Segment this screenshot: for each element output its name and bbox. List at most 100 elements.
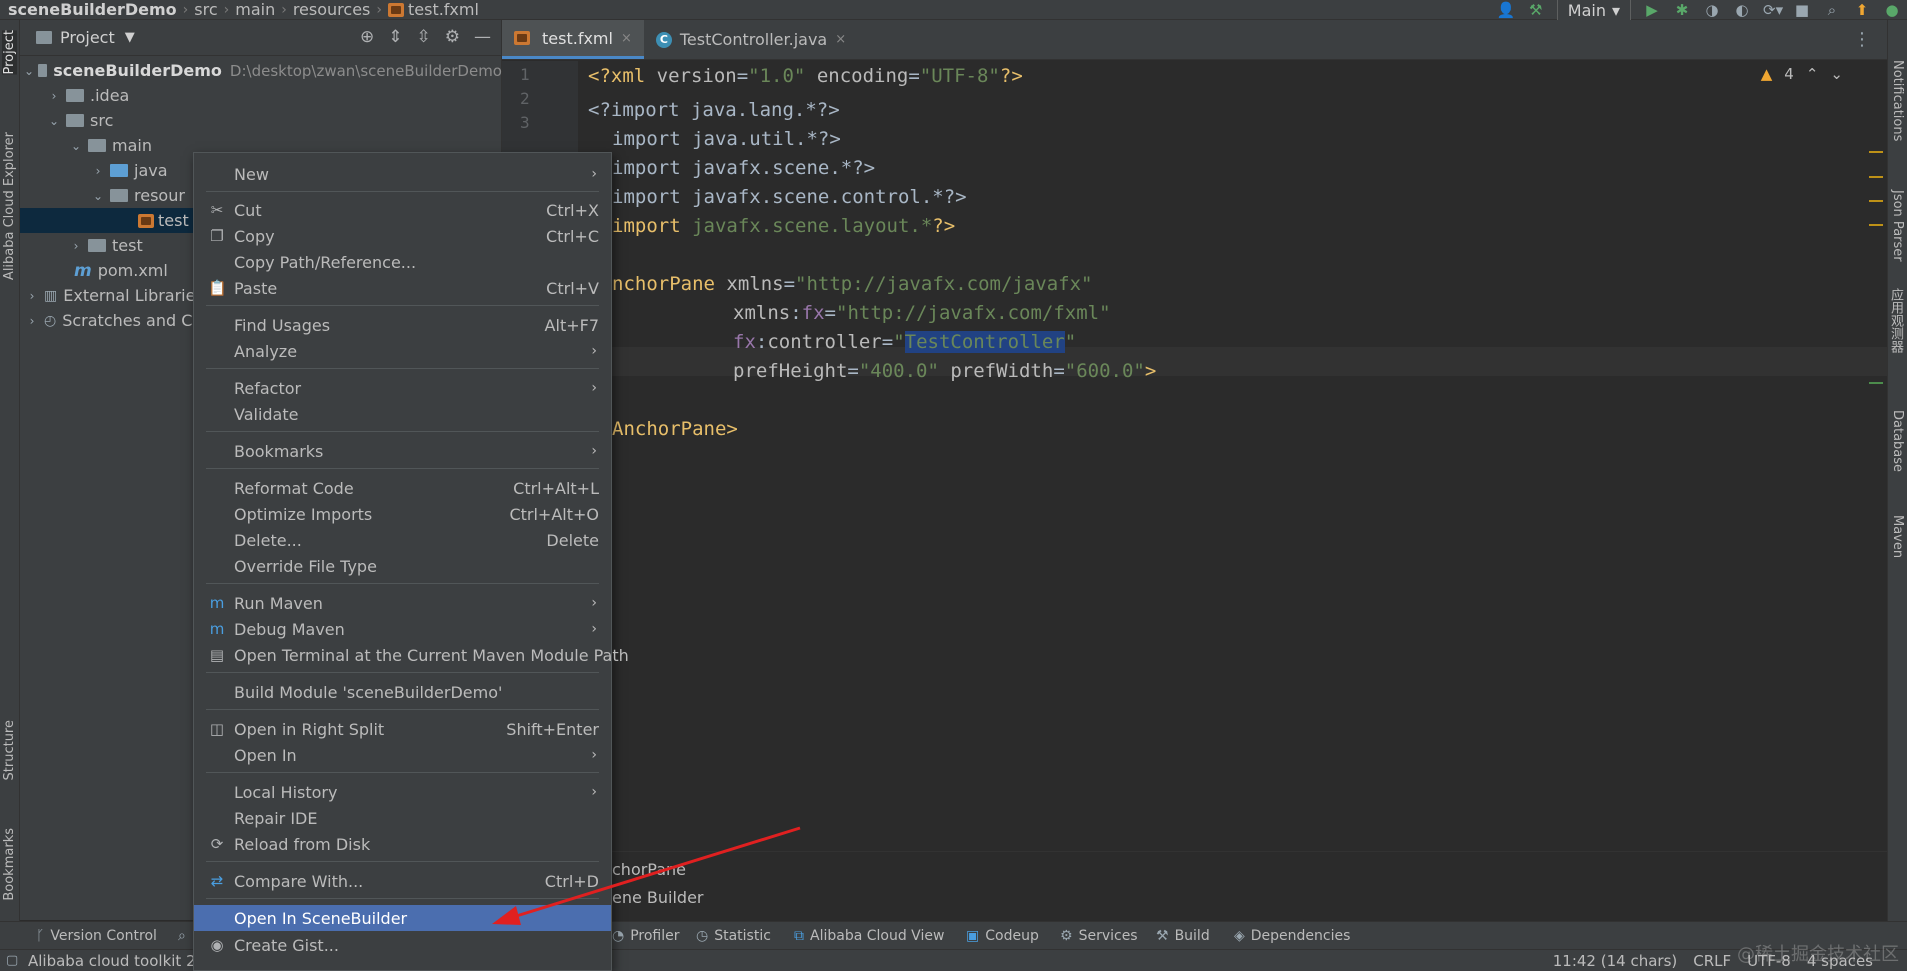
menu-item-compare-with[interactable]: ⇄ Compare With... Ctrl+D (194, 868, 611, 894)
gear-icon[interactable]: ⚙ (445, 27, 460, 47)
find-icon[interactable]: ⌕ (178, 928, 186, 944)
tool-label: Profiler (630, 927, 680, 944)
locate-file-icon[interactable]: ⊕ (360, 27, 374, 47)
menu-item-reload-from-disk[interactable]: ⟳ Reload from Disk (194, 831, 611, 857)
more-run-icon[interactable]: ⟳▾ (1763, 1, 1783, 19)
profile-icon[interactable]: ◐ (1733, 1, 1751, 19)
hammer-icon[interactable]: ⚒ (1527, 1, 1545, 19)
menu-item-delete[interactable]: Delete... Delete (194, 527, 611, 553)
structure-breadcrumb[interactable]: chorPane (612, 860, 686, 879)
tool-tab-app-observer[interactable]: 应用观测器 (1886, 288, 1905, 353)
chevron-up-icon[interactable]: ⌃ (1806, 65, 1819, 83)
breadcrumb-src[interactable]: src (190, 0, 221, 19)
menu-item-open-in-scenebuilder[interactable]: Open In SceneBuilder (194, 905, 611, 931)
maven-debug-icon: m (209, 620, 225, 638)
menu-item-new[interactable]: New › (194, 161, 611, 187)
menu-item-paste[interactable]: 📋 Paste Ctrl+V (194, 275, 611, 301)
scene-builder-tab[interactable]: ene Builder (612, 888, 704, 907)
menu-item-run-maven[interactable]: m Run Maven › (194, 590, 611, 616)
breadcrumb-resources[interactable]: resources (289, 0, 375, 19)
warning-stripe[interactable] (1869, 224, 1883, 226)
tool-tab-structure[interactable]: Structure (2, 720, 17, 780)
close-icon[interactable]: × (621, 31, 632, 46)
menu-item-copy-path[interactable]: Copy Path/Reference... (194, 249, 611, 275)
tool-statistic[interactable]: ◷ Statistic (696, 928, 771, 944)
menu-item-refactor[interactable]: Refactor › (194, 375, 611, 401)
menu-item-open-in[interactable]: Open In › (194, 742, 611, 768)
tool-dependencies[interactable]: ◈ Dependencies (1234, 928, 1350, 944)
menu-item-find-usages[interactable]: Find Usages Alt+F7 (194, 312, 611, 338)
tool-profiler[interactable]: ◔ Profiler (612, 928, 680, 944)
tool-services[interactable]: ⚙ Services (1060, 928, 1138, 944)
menu-item-validate[interactable]: Validate (194, 401, 611, 427)
tool-alibaba-cloud-view[interactable]: ⧉ Alibaba Cloud View (794, 928, 944, 944)
tree-item-idea[interactable]: › .idea (20, 83, 502, 108)
tool-tab-notifications[interactable]: Notifications (1890, 60, 1905, 141)
tool-codeup[interactable]: ▣ Codeup (966, 928, 1039, 944)
code-line-1: <?xml version="1.0" encoding="UTF-8"?> (588, 65, 1023, 87)
tree-item-project-root[interactable]: ⌄ sceneBuilderDemo D:\desktop\zwan\scene… (20, 58, 502, 83)
menu-separator (206, 709, 599, 710)
tab-test-controller[interactable]: C TestController.java × (644, 20, 858, 59)
menu-item-debug-maven[interactable]: m Debug Maven › (194, 616, 611, 642)
tool-version-control[interactable]: ᚴ Version Control (36, 928, 157, 944)
menu-item-local-history[interactable]: Local History › (194, 779, 611, 805)
status-message[interactable]: Alibaba cloud toolkit 2 (28, 952, 196, 970)
tool-tab-maven[interactable]: Maven (1890, 515, 1905, 558)
status-toggle-icon[interactable]: ▢ (6, 953, 18, 968)
menu-item-repair-ide[interactable]: Repair IDE (194, 805, 611, 831)
code-editor[interactable]: <?xml version="1.0" encoding="UTF-8"?> <… (578, 61, 1887, 851)
menu-item-build-module[interactable]: Build Module 'sceneBuilderDemo' (194, 679, 611, 705)
menu-item-open-right-split[interactable]: ◫ Open in Right Split Shift+Enter (194, 716, 611, 742)
tree-item-src[interactable]: ⌄ src (20, 108, 502, 133)
menu-item-open-terminal-maven[interactable]: ▤ Open Terminal at the Current Maven Modu… (194, 642, 629, 668)
caret-position[interactable]: 11:42 (14 chars) (1553, 952, 1677, 970)
search-icon[interactable]: ⌕ (1823, 1, 1841, 19)
menu-item-bookmarks[interactable]: Bookmarks › (194, 438, 611, 464)
menu-item-optimize-imports[interactable]: Optimize Imports Ctrl+Alt+O (194, 501, 611, 527)
fxml-file-icon (138, 213, 154, 228)
run-icon[interactable]: ▶ (1643, 1, 1661, 19)
chevron-right-icon: › (223, 1, 230, 18)
collapse-all-icon[interactable]: ⇳ (417, 27, 431, 47)
warning-stripe[interactable] (1869, 176, 1883, 178)
inspection-widget[interactable]: ▲ 4 ⌃ ⌄ (1761, 65, 1843, 83)
user-icon[interactable]: 👤▾ (1497, 1, 1516, 37)
warning-stripe[interactable] (1869, 200, 1883, 202)
tool-tab-alibaba-cloud-explorer[interactable]: Alibaba Cloud Explorer (2, 132, 17, 280)
menu-item-reformat-code[interactable]: Reformat Code Ctrl+Alt+L (194, 475, 611, 501)
library-icon: ▥ (44, 287, 58, 304)
tab-test-fxml[interactable]: test.fxml × (502, 20, 644, 59)
plugin-icon[interactable]: ● (1883, 1, 1901, 19)
menu-item-cut[interactable]: ✂ Cut Ctrl+X (194, 197, 611, 223)
menu-item-copy[interactable]: ❐ Copy Ctrl+C (194, 223, 611, 249)
code-line-6: import javafx.scene.control.*?> (612, 186, 967, 208)
tool-tab-bookmarks[interactable]: Bookmarks (2, 828, 17, 901)
breadcrumb-file[interactable]: test.fxml (384, 0, 483, 19)
tool-tab-database[interactable]: Database (1890, 410, 1905, 472)
menu-item-analyze[interactable]: Analyze › (194, 338, 611, 364)
tool-tab-project[interactable]: Project (2, 30, 17, 75)
line-separator[interactable]: CRLF (1693, 952, 1731, 970)
menu-item-override-file-type[interactable]: Override File Type (194, 553, 611, 579)
chevron-down-icon[interactable]: ⌄ (1830, 65, 1843, 83)
more-tabs-icon[interactable]: ⋮ (1837, 20, 1887, 59)
menu-item-create-gist[interactable]: ◉ Create Gist... (194, 932, 611, 958)
tool-build[interactable]: ⚒ Build (1156, 928, 1210, 944)
menu-separator (206, 672, 599, 673)
tool-tab-json-parser[interactable]: Json Parser (1890, 190, 1905, 262)
update-icon[interactable]: ⬆ (1853, 1, 1871, 19)
breadcrumb-project[interactable]: sceneBuilderDemo (0, 0, 181, 19)
breadcrumb-main[interactable]: main (231, 0, 279, 19)
coverage-icon[interactable]: ◑ (1703, 1, 1721, 19)
maven-icon: m (74, 260, 92, 281)
stop-icon[interactable]: ■ (1793, 1, 1811, 19)
debug-icon[interactable]: ✱ (1673, 1, 1691, 19)
hide-icon[interactable]: — (474, 27, 491, 47)
code-line-12: prefHeight="400.0" prefWidth="600.0"> (733, 360, 1157, 382)
run-configuration-select[interactable]: Main ▾ (1556, 0, 1631, 21)
warning-stripe[interactable] (1869, 151, 1883, 153)
close-icon[interactable]: × (835, 32, 846, 47)
code-line-11: fx:controller="TestController" (733, 331, 1077, 353)
expand-all-icon[interactable]: ⇕ (388, 27, 402, 47)
